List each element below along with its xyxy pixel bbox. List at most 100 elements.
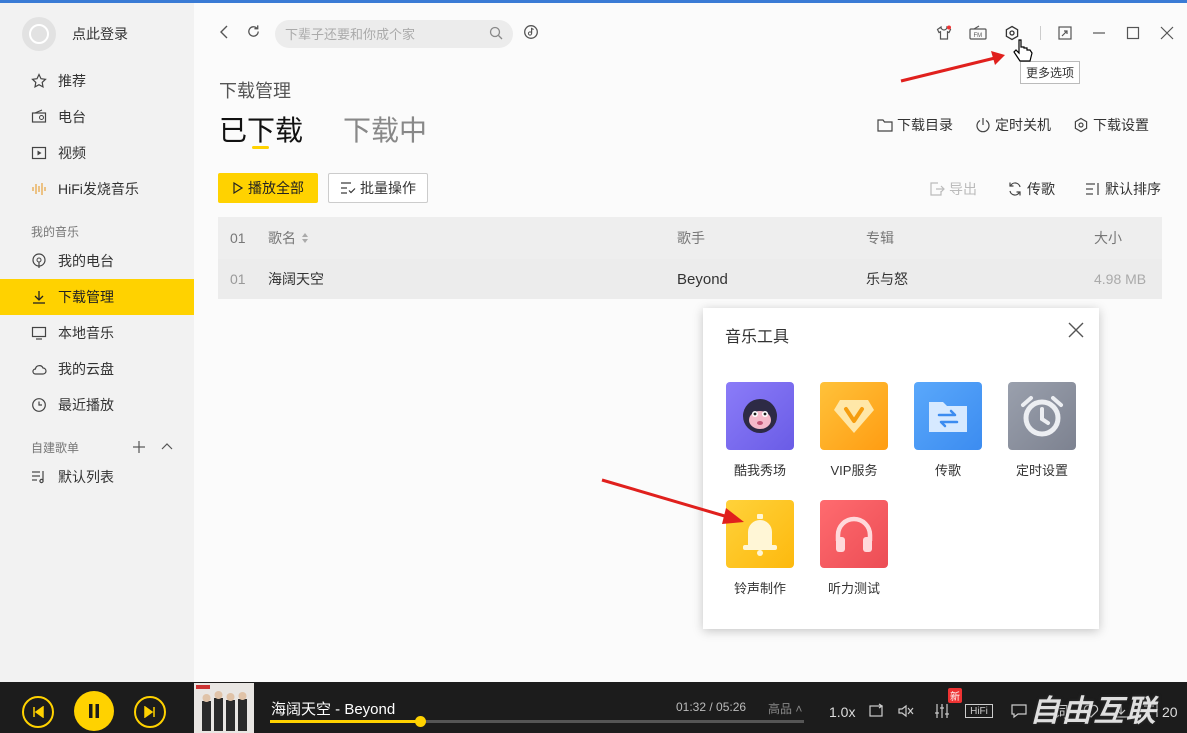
fm-icon[interactable]: FM — [968, 23, 988, 43]
table-row[interactable]: 01 海阔天空 Beyond 乐与怒 4.98 MB — [218, 259, 1162, 299]
tool-label: 酷我秀场 — [733, 463, 786, 478]
sidebar-item-video[interactable]: 视频 — [0, 135, 194, 171]
minimize-icon[interactable] — [1089, 23, 1109, 43]
now-playing-title[interactable]: 海阔天空 - Beyond — [271, 698, 395, 719]
transfer-label: 传歌 — [1027, 181, 1055, 197]
header-name-label: 歌名 — [268, 230, 296, 246]
sync-icon — [1009, 182, 1021, 196]
search-icon[interactable] — [489, 26, 503, 45]
sidebar-item-download[interactable]: 下载管理 — [0, 279, 194, 315]
volume-icon[interactable] — [897, 702, 915, 720]
sidebar-item-recent[interactable]: 最近播放 — [0, 387, 194, 423]
playlist-tools — [133, 440, 173, 458]
tool-timer-settings[interactable]: 定时设置 — [1002, 382, 1082, 479]
sidebar-item-label: 默认列表 — [58, 469, 114, 485]
music-recognize-icon[interactable] — [523, 24, 539, 45]
tab-downloaded[interactable]: 已下载 — [219, 109, 303, 149]
close-icon[interactable] — [1067, 321, 1085, 339]
back-icon[interactable] — [218, 25, 230, 44]
timer-shutdown-link[interactable]: 定时关机 — [975, 115, 1051, 135]
download-folder-link[interactable]: 下载目录 — [877, 115, 953, 135]
sidebar-item-hifi[interactable]: HiFi发烧音乐 — [0, 171, 194, 207]
mini-mode-icon[interactable] — [1055, 23, 1075, 43]
vip-diamond-icon — [820, 382, 888, 450]
sidebar: 点此登录 推荐 电台 视频 HiFi发烧音乐 我的音乐 我的电台 下载管理 本地… — [0, 3, 194, 682]
batch-label: 批量操作 — [360, 180, 416, 196]
album-cover[interactable] — [194, 683, 254, 733]
batch-operation-button[interactable]: 批量操作 — [328, 173, 428, 203]
close-icon[interactable] — [1157, 23, 1177, 43]
next-button[interactable] — [134, 696, 166, 728]
section-label-my-music: 我的音乐 — [31, 225, 80, 239]
tab-downloading[interactable]: 下载中 — [343, 109, 427, 149]
transfer-button[interactable]: 传歌 — [1007, 179, 1055, 199]
sidebar-item-label: 视频 — [58, 145, 86, 161]
row-album[interactable]: 乐与怒 — [866, 259, 908, 299]
tool-vip-service[interactable]: VIP服务 — [814, 382, 894, 479]
play-all-button[interactable]: 播放全部 — [218, 173, 318, 203]
user-login[interactable]: 点此登录 — [22, 17, 128, 51]
quality-label: 高品 — [768, 702, 793, 716]
add-icon[interactable] — [133, 440, 145, 458]
export-button[interactable]: 导出 — [930, 179, 977, 199]
sidebar-item-recommend[interactable]: 推荐 — [0, 63, 194, 99]
header-name[interactable]: 歌名 — [268, 217, 309, 259]
chevron-up-icon[interactable] — [161, 440, 173, 458]
next-icon — [144, 706, 155, 718]
maximize-icon[interactable] — [1123, 23, 1143, 43]
download-settings-link[interactable]: 下载设置 — [1073, 115, 1149, 135]
play-icon — [233, 182, 244, 194]
sidebar-item-local[interactable]: 本地音乐 — [0, 315, 194, 351]
headphones-icon — [820, 500, 888, 568]
hifi-badge[interactable]: HiFi — [965, 704, 993, 718]
sidebar-item-my-radio[interactable]: 我的电台 — [0, 243, 194, 279]
search-box[interactable] — [275, 20, 513, 48]
sort-icon — [1086, 183, 1099, 195]
page-title: 下载管理 — [219, 81, 291, 101]
shirt-skin-icon[interactable] — [934, 23, 954, 43]
row-song-name[interactable]: 海阔天空 — [268, 259, 324, 299]
action-links: 导出 传歌 默认排序 — [930, 179, 1161, 199]
quality-selector[interactable]: 高品 ˄ — [768, 700, 802, 717]
previous-button[interactable] — [22, 696, 54, 728]
podcast-icon — [30, 252, 48, 270]
sidebar-item-label: 下载管理 — [58, 289, 114, 305]
avatar[interactable] — [22, 17, 56, 51]
loop-mode-icon[interactable] — [867, 702, 885, 720]
tool-label: 定时设置 — [1015, 463, 1068, 478]
header-index: 01 — [230, 230, 246, 246]
login-label[interactable]: 点此登录 — [72, 24, 128, 44]
pause-button[interactable] — [74, 691, 114, 731]
tool-transfer-songs[interactable]: 传歌 — [908, 382, 988, 479]
timer-icon — [976, 118, 990, 133]
sidebar-item-cloud[interactable]: 我的云盘 — [0, 351, 194, 387]
folder-transfer-icon — [914, 382, 982, 450]
previous-icon — [33, 706, 44, 718]
radio-icon — [30, 108, 48, 126]
sort-button[interactable]: 默认排序 — [1085, 179, 1161, 199]
link-label: 下载设置 — [1093, 117, 1149, 133]
tool-hearing-test[interactable]: 听力测试 — [814, 500, 894, 597]
tool-label: VIP服务 — [830, 463, 878, 478]
sidebar-item-default-list[interactable]: 默认列表 — [0, 459, 194, 495]
tool-label: 传歌 — [934, 463, 961, 478]
progress-knob[interactable] — [414, 716, 426, 727]
sidebar-item-label: 推荐 — [58, 73, 86, 89]
search-input[interactable] — [285, 26, 475, 42]
svg-text:FM: FM — [974, 33, 983, 39]
monitor-icon — [30, 324, 48, 342]
equalizer-icon[interactable] — [933, 702, 951, 720]
new-badge: 新 — [948, 688, 962, 703]
refresh-icon[interactable] — [246, 24, 261, 44]
sidebar-item-radio[interactable]: 电台 — [0, 99, 194, 135]
tool-kuwo-show[interactable]: 酷我秀场 — [720, 382, 800, 479]
settings-gear-icon[interactable] — [1002, 23, 1022, 43]
progress-bar[interactable] — [270, 716, 804, 727]
monkey-icon — [726, 382, 794, 450]
header-size: 大小 — [1094, 230, 1122, 246]
tool-ringtone-maker[interactable]: 铃声制作 — [720, 500, 800, 597]
sort-label: 默认排序 — [1105, 181, 1161, 197]
table-header: 01 歌名 歌手 专辑 大小 — [218, 217, 1162, 259]
row-artist[interactable]: Beyond — [677, 259, 728, 299]
playback-speed[interactable]: 1.0x — [829, 704, 855, 720]
